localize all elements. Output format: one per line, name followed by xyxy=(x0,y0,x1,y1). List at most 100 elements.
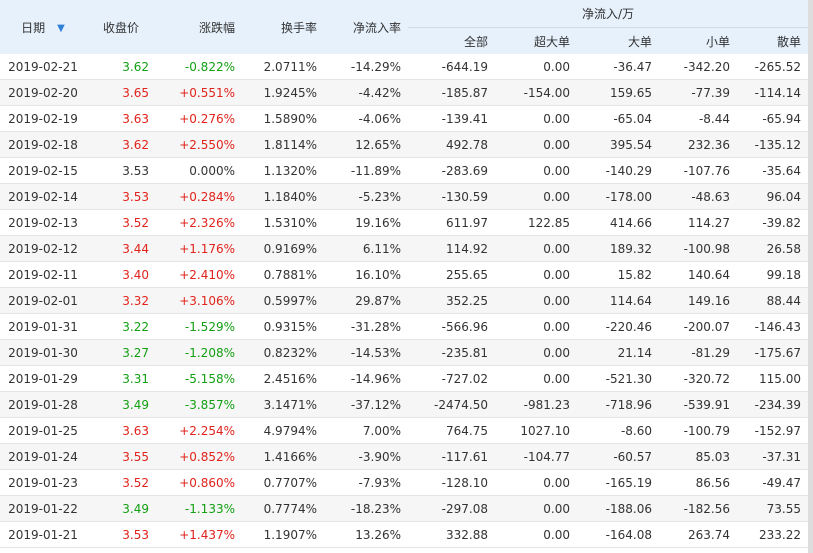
cell-turnover: 2.0711% xyxy=(242,54,324,80)
cell-super-large: 0.00 xyxy=(495,313,577,340)
cell-retail: -65.94 xyxy=(737,105,808,132)
cell-super-large: -154.00 xyxy=(495,79,577,106)
cell-super-large: 122.85 xyxy=(495,209,577,236)
cell-total: 332.88 xyxy=(408,521,495,548)
cell-close: 3.63 xyxy=(86,417,156,444)
cell-date: 2019-02-20 xyxy=(0,79,86,106)
cell-total: 492.78 xyxy=(408,131,495,158)
cell-turnover: 1.4166% xyxy=(242,443,324,470)
table-row[interactable]: 2019-01-24 3.55 +0.852% 1.4166% -3.90% -117.6… xyxy=(0,443,808,470)
cell-large: -521.30 xyxy=(577,365,659,392)
table-row[interactable]: 2019-01-31 3.22 -1.529% 0.9315% -31.28% -566.… xyxy=(0,313,808,340)
cell-large: -60.57 xyxy=(577,443,659,470)
table-row[interactable]: 2019-02-13 3.52 +2.326% 1.5310% 19.16% 611.97… xyxy=(0,209,808,236)
cell-large: 15.82 xyxy=(577,261,659,288)
cell-net-ratio: -14.53% xyxy=(324,339,408,366)
col-header-net-ratio[interactable]: 净流入率 xyxy=(324,0,408,54)
cell-retail: -49.47 xyxy=(737,469,808,496)
arrow-down-icon[interactable]: ▼ xyxy=(57,23,65,34)
cell-retail: 233.22 xyxy=(737,521,808,548)
cell-change: +0.551% xyxy=(156,79,242,106)
col-header-turnover[interactable]: 换手率 xyxy=(242,0,324,54)
cell-close: 3.49 xyxy=(86,391,156,418)
cell-super-large: 0.00 xyxy=(495,54,577,80)
table-row[interactable]: 2019-01-22 3.49 -1.133% 0.7774% -18.23% -297.… xyxy=(0,495,808,522)
cell-super-large: 0.00 xyxy=(495,131,577,158)
cell-date: 2019-02-01 xyxy=(0,287,86,314)
cell-retail: -35.64 xyxy=(737,157,808,184)
cell-change: +0.276% xyxy=(156,105,242,132)
cell-small: -200.07 xyxy=(659,313,737,340)
cell-turnover: 1.9245% xyxy=(242,79,324,106)
cell-change: -1.208% xyxy=(156,339,242,366)
col-header-total[interactable]: 全部 xyxy=(408,27,495,54)
cell-net-ratio: -37.12% xyxy=(324,391,408,418)
cell-close: 3.32 xyxy=(86,287,156,314)
col-header-date[interactable]: 日期 ▼ xyxy=(0,0,86,54)
cell-date: 2019-01-28 xyxy=(0,391,86,418)
cell-total: -644.19 xyxy=(408,54,495,80)
col-group-net-inflow: 净流入/万 xyxy=(408,0,808,28)
cell-super-large: 0.00 xyxy=(495,105,577,132)
scrollbar-track[interactable] xyxy=(808,0,813,553)
cell-turnover: 1.5310% xyxy=(242,209,324,236)
cell-turnover: 4.9794% xyxy=(242,417,324,444)
cell-large: 114.64 xyxy=(577,287,659,314)
table-row[interactable]: 2019-01-23 3.52 +0.860% 0.7707% -7.93% -128.1… xyxy=(0,469,808,496)
cell-net-ratio: -4.42% xyxy=(324,79,408,106)
cell-retail: 88.44 xyxy=(737,287,808,314)
cell-close: 3.52 xyxy=(86,209,156,236)
col-header-retail[interactable]: 散单 xyxy=(737,27,808,54)
col-header-small[interactable]: 小单 xyxy=(659,27,737,54)
cell-total: -130.59 xyxy=(408,183,495,210)
cell-super-large: 0.00 xyxy=(495,183,577,210)
table-row[interactable]: 2019-02-12 3.44 +1.176% 0.9169% 6.11% 114.92 0… xyxy=(0,235,808,262)
table-row[interactable]: 2019-01-25 3.63 +2.254% 4.9794% 7.00% 764.75 1… xyxy=(0,417,808,444)
table-row[interactable]: 2019-02-01 3.32 +3.106% 0.5997% 29.87% 352.25… xyxy=(0,287,808,314)
cell-turnover: 1.8114% xyxy=(242,131,324,158)
table-row[interactable]: 2019-02-21 3.62 -0.822% 2.0711% -14.29% -644.… xyxy=(0,54,808,80)
cell-super-large: 1027.10 xyxy=(495,417,577,444)
cell-change: +0.860% xyxy=(156,469,242,496)
cell-change: -1.133% xyxy=(156,495,242,522)
col-header-large[interactable]: 大单 xyxy=(577,27,659,54)
cell-total: -117.61 xyxy=(408,443,495,470)
cell-total: 764.75 xyxy=(408,417,495,444)
cell-large: 159.65 xyxy=(577,79,659,106)
table-row[interactable]: 2019-01-30 3.27 -1.208% 0.8232% -14.53% -235.… xyxy=(0,339,808,366)
table-row[interactable]: 2019-01-21 3.53 +1.437% 1.1907% 13.26% 332.88… xyxy=(0,521,808,548)
cell-large: 21.14 xyxy=(577,339,659,366)
cell-close: 3.40 xyxy=(86,261,156,288)
scrollbar-thumb[interactable] xyxy=(808,0,813,553)
cell-total: 611.97 xyxy=(408,209,495,236)
col-header-change[interactable]: 涨跌幅 xyxy=(156,0,242,54)
cell-super-large: -981.23 xyxy=(495,391,577,418)
cell-net-ratio: 7.00% xyxy=(324,417,408,444)
cell-turnover: 0.5997% xyxy=(242,287,324,314)
table-row[interactable]: 2019-02-19 3.63 +0.276% 1.5890% -4.06% -139.4… xyxy=(0,105,808,132)
table-row[interactable]: 2019-01-29 3.31 -5.158% 2.4516% -14.96% -727.… xyxy=(0,365,808,392)
cell-change: +1.176% xyxy=(156,235,242,262)
table-row[interactable]: 2019-02-18 3.62 +2.550% 1.8114% 12.65% 492.78… xyxy=(0,131,808,158)
cell-date: 2019-01-31 xyxy=(0,313,86,340)
cell-small: 140.64 xyxy=(659,261,737,288)
table-row[interactable]: 2019-02-15 3.53 0.000% 1.1320% -11.89% -283.6… xyxy=(0,157,808,184)
table-row[interactable]: 2019-01-28 3.49 -3.857% 3.1471% -37.12% -2474… xyxy=(0,391,808,418)
cell-retail: -234.39 xyxy=(737,391,808,418)
cell-date: 2019-01-21 xyxy=(0,521,86,548)
cell-super-large: 0.00 xyxy=(495,157,577,184)
cell-change: -0.822% xyxy=(156,54,242,80)
cell-close: 3.53 xyxy=(86,157,156,184)
cell-net-ratio: 13.26% xyxy=(324,521,408,548)
cell-turnover: 1.1320% xyxy=(242,157,324,184)
cell-turnover: 0.8232% xyxy=(242,339,324,366)
table-row[interactable]: 2019-02-14 3.53 +0.284% 1.1840% -5.23% -130.5… xyxy=(0,183,808,210)
table-row[interactable]: 2019-02-20 3.65 +0.551% 1.9245% -4.42% -185.8… xyxy=(0,79,808,106)
cell-net-ratio: -4.06% xyxy=(324,105,408,132)
col-header-super-large[interactable]: 超大单 xyxy=(495,27,577,54)
cell-turnover: 1.5890% xyxy=(242,105,324,132)
cell-retail: 99.18 xyxy=(737,261,808,288)
cell-total: -128.10 xyxy=(408,469,495,496)
col-header-close[interactable]: 收盘价 xyxy=(86,0,156,54)
table-row[interactable]: 2019-02-11 3.40 +2.410% 0.7881% 16.10% 255.65… xyxy=(0,261,808,288)
